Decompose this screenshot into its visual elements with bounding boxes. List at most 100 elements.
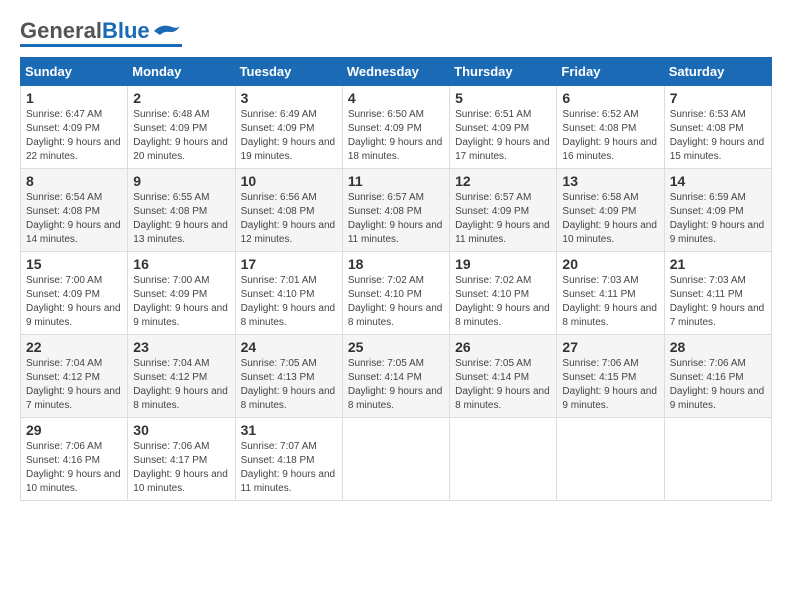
day-info: Sunrise: 6:49 AM Sunset: 4:09 PM Dayligh… — [241, 108, 337, 164]
calendar-cell: 31 Sunrise: 7:07 AM Sunset: 4:18 PM Dayl… — [235, 418, 342, 501]
day-info: Sunrise: 6:51 AM Sunset: 4:09 PM Dayligh… — [455, 108, 551, 164]
calendar-cell: 23 Sunrise: 7:04 AM Sunset: 4:12 PM Dayl… — [128, 335, 235, 418]
calendar-cell — [664, 418, 771, 501]
logo-general: General — [20, 18, 102, 43]
day-number: 20 — [562, 256, 658, 272]
day-info: Sunrise: 7:05 AM Sunset: 4:14 PM Dayligh… — [455, 357, 551, 413]
calendar-cell: 25 Sunrise: 7:05 AM Sunset: 4:14 PM Dayl… — [342, 335, 449, 418]
day-info: Sunrise: 7:00 AM Sunset: 4:09 PM Dayligh… — [26, 274, 122, 330]
day-info: Sunrise: 6:50 AM Sunset: 4:09 PM Dayligh… — [348, 108, 444, 164]
header-wednesday: Wednesday — [342, 58, 449, 86]
day-info: Sunrise: 7:04 AM Sunset: 4:12 PM Dayligh… — [26, 357, 122, 413]
calendar-cell: 19 Sunrise: 7:02 AM Sunset: 4:10 PM Dayl… — [450, 252, 557, 335]
day-info: Sunrise: 7:01 AM Sunset: 4:10 PM Dayligh… — [241, 274, 337, 330]
day-number: 18 — [348, 256, 444, 272]
week-row-4: 22 Sunrise: 7:04 AM Sunset: 4:12 PM Dayl… — [21, 335, 772, 418]
calendar-cell: 18 Sunrise: 7:02 AM Sunset: 4:10 PM Dayl… — [342, 252, 449, 335]
logo-blue: Blue — [102, 18, 150, 43]
day-info: Sunrise: 6:54 AM Sunset: 4:08 PM Dayligh… — [26, 191, 122, 247]
logo-underline — [20, 44, 182, 47]
day-info: Sunrise: 6:55 AM Sunset: 4:08 PM Dayligh… — [133, 191, 229, 247]
day-number: 9 — [133, 173, 229, 189]
calendar-cell: 3 Sunrise: 6:49 AM Sunset: 4:09 PM Dayli… — [235, 86, 342, 169]
day-info: Sunrise: 6:52 AM Sunset: 4:08 PM Dayligh… — [562, 108, 658, 164]
day-number: 17 — [241, 256, 337, 272]
calendar-cell: 12 Sunrise: 6:57 AM Sunset: 4:09 PM Dayl… — [450, 169, 557, 252]
calendar-cell — [557, 418, 664, 501]
calendar-cell: 16 Sunrise: 7:00 AM Sunset: 4:09 PM Dayl… — [128, 252, 235, 335]
day-number: 8 — [26, 173, 122, 189]
day-number: 27 — [562, 339, 658, 355]
day-number: 5 — [455, 90, 551, 106]
day-number: 14 — [670, 173, 766, 189]
day-info: Sunrise: 7:06 AM Sunset: 4:16 PM Dayligh… — [26, 440, 122, 496]
calendar-cell: 15 Sunrise: 7:00 AM Sunset: 4:09 PM Dayl… — [21, 252, 128, 335]
day-number: 26 — [455, 339, 551, 355]
calendar-cell: 6 Sunrise: 6:52 AM Sunset: 4:08 PM Dayli… — [557, 86, 664, 169]
page-header: GeneralBlue — [20, 20, 772, 47]
calendar-cell: 4 Sunrise: 6:50 AM Sunset: 4:09 PM Dayli… — [342, 86, 449, 169]
day-info: Sunrise: 7:00 AM Sunset: 4:09 PM Dayligh… — [133, 274, 229, 330]
day-number: 29 — [26, 422, 122, 438]
header-friday: Friday — [557, 58, 664, 86]
calendar-cell: 21 Sunrise: 7:03 AM Sunset: 4:11 PM Dayl… — [664, 252, 771, 335]
day-number: 13 — [562, 173, 658, 189]
day-number: 2 — [133, 90, 229, 106]
week-row-5: 29 Sunrise: 7:06 AM Sunset: 4:16 PM Dayl… — [21, 418, 772, 501]
calendar-cell — [342, 418, 449, 501]
day-number: 16 — [133, 256, 229, 272]
day-number: 30 — [133, 422, 229, 438]
calendar-cell: 2 Sunrise: 6:48 AM Sunset: 4:09 PM Dayli… — [128, 86, 235, 169]
day-number: 19 — [455, 256, 551, 272]
calendar-cell: 7 Sunrise: 6:53 AM Sunset: 4:08 PM Dayli… — [664, 86, 771, 169]
calendar-table: SundayMondayTuesdayWednesdayThursdayFrid… — [20, 57, 772, 501]
day-info: Sunrise: 6:47 AM Sunset: 4:09 PM Dayligh… — [26, 108, 122, 164]
header-thursday: Thursday — [450, 58, 557, 86]
day-number: 6 — [562, 90, 658, 106]
day-number: 21 — [670, 256, 766, 272]
calendar-cell: 13 Sunrise: 6:58 AM Sunset: 4:09 PM Dayl… — [557, 169, 664, 252]
header-tuesday: Tuesday — [235, 58, 342, 86]
day-info: Sunrise: 6:57 AM Sunset: 4:08 PM Dayligh… — [348, 191, 444, 247]
day-info: Sunrise: 6:56 AM Sunset: 4:08 PM Dayligh… — [241, 191, 337, 247]
week-row-2: 8 Sunrise: 6:54 AM Sunset: 4:08 PM Dayli… — [21, 169, 772, 252]
day-number: 11 — [348, 173, 444, 189]
calendar-cell: 27 Sunrise: 7:06 AM Sunset: 4:15 PM Dayl… — [557, 335, 664, 418]
day-info: Sunrise: 7:03 AM Sunset: 4:11 PM Dayligh… — [562, 274, 658, 330]
day-number: 25 — [348, 339, 444, 355]
calendar-cell: 14 Sunrise: 6:59 AM Sunset: 4:09 PM Dayl… — [664, 169, 771, 252]
calendar-cell: 24 Sunrise: 7:05 AM Sunset: 4:13 PM Dayl… — [235, 335, 342, 418]
calendar-cell: 17 Sunrise: 7:01 AM Sunset: 4:10 PM Dayl… — [235, 252, 342, 335]
header-saturday: Saturday — [664, 58, 771, 86]
day-info: Sunrise: 7:06 AM Sunset: 4:16 PM Dayligh… — [670, 357, 766, 413]
calendar-cell: 1 Sunrise: 6:47 AM Sunset: 4:09 PM Dayli… — [21, 86, 128, 169]
day-info: Sunrise: 6:58 AM Sunset: 4:09 PM Dayligh… — [562, 191, 658, 247]
day-number: 24 — [241, 339, 337, 355]
calendar-cell: 26 Sunrise: 7:05 AM Sunset: 4:14 PM Dayl… — [450, 335, 557, 418]
calendar-cell: 29 Sunrise: 7:06 AM Sunset: 4:16 PM Dayl… — [21, 418, 128, 501]
day-number: 12 — [455, 173, 551, 189]
calendar-cell: 28 Sunrise: 7:06 AM Sunset: 4:16 PM Dayl… — [664, 335, 771, 418]
calendar-cell: 5 Sunrise: 6:51 AM Sunset: 4:09 PM Dayli… — [450, 86, 557, 169]
day-info: Sunrise: 6:53 AM Sunset: 4:08 PM Dayligh… — [670, 108, 766, 164]
day-info: Sunrise: 7:02 AM Sunset: 4:10 PM Dayligh… — [455, 274, 551, 330]
day-info: Sunrise: 7:06 AM Sunset: 4:17 PM Dayligh… — [133, 440, 229, 496]
day-number: 4 — [348, 90, 444, 106]
logo: GeneralBlue — [20, 20, 182, 47]
day-number: 31 — [241, 422, 337, 438]
logo-bird-icon — [152, 21, 182, 41]
day-info: Sunrise: 7:07 AM Sunset: 4:18 PM Dayligh… — [241, 440, 337, 496]
calendar-cell: 22 Sunrise: 7:04 AM Sunset: 4:12 PM Dayl… — [21, 335, 128, 418]
day-number: 23 — [133, 339, 229, 355]
calendar-cell: 11 Sunrise: 6:57 AM Sunset: 4:08 PM Dayl… — [342, 169, 449, 252]
calendar-cell: 10 Sunrise: 6:56 AM Sunset: 4:08 PM Dayl… — [235, 169, 342, 252]
day-number: 7 — [670, 90, 766, 106]
day-info: Sunrise: 6:48 AM Sunset: 4:09 PM Dayligh… — [133, 108, 229, 164]
day-number: 10 — [241, 173, 337, 189]
calendar-header-row: SundayMondayTuesdayWednesdayThursdayFrid… — [21, 58, 772, 86]
day-info: Sunrise: 7:06 AM Sunset: 4:15 PM Dayligh… — [562, 357, 658, 413]
logo-text: GeneralBlue — [20, 20, 150, 42]
calendar-cell: 9 Sunrise: 6:55 AM Sunset: 4:08 PM Dayli… — [128, 169, 235, 252]
day-info: Sunrise: 7:05 AM Sunset: 4:14 PM Dayligh… — [348, 357, 444, 413]
header-sunday: Sunday — [21, 58, 128, 86]
